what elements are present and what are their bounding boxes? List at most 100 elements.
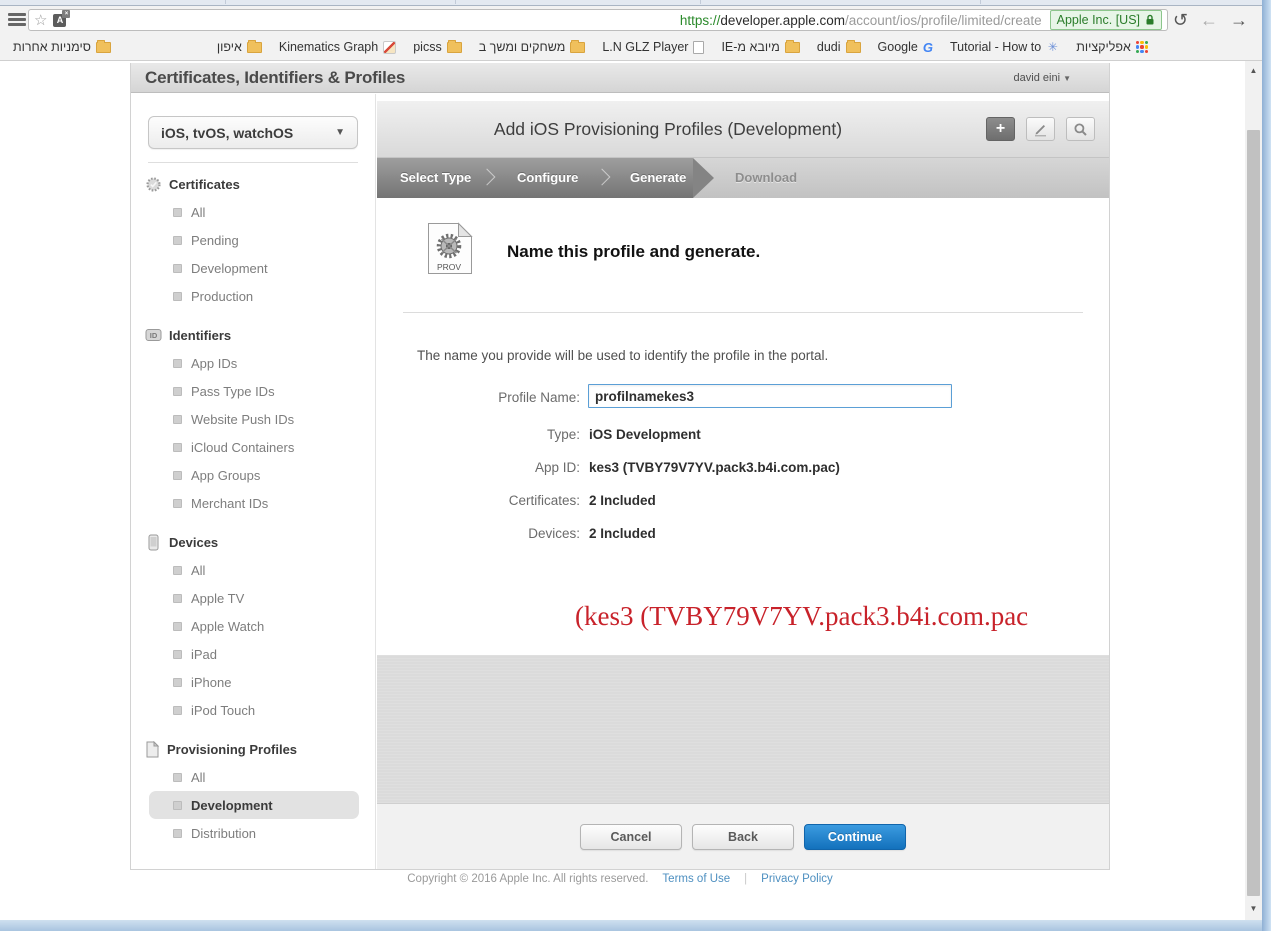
devices-value: 2 Included bbox=[589, 526, 656, 541]
prov-file-label: PROV bbox=[437, 262, 461, 272]
sidebar-section-label: Identifiers bbox=[169, 327, 232, 343]
sidebar-item-app-ids[interactable]: App IDs bbox=[149, 349, 359, 377]
sidebar-item-ipad[interactable]: iPad bbox=[149, 640, 359, 668]
terms-of-use-link[interactable]: Terms of Use bbox=[662, 873, 730, 885]
device-phone-icon bbox=[148, 534, 159, 550]
footer-separator: | bbox=[744, 873, 748, 885]
chevron-down-icon: ▼ bbox=[1063, 73, 1071, 83]
security-badge[interactable]: Apple Inc. [US] bbox=[1049, 10, 1162, 30]
bookmark-item[interactable]: Google G bbox=[878, 40, 933, 55]
bookmark-label: picss bbox=[413, 40, 442, 54]
bullet-icon bbox=[173, 593, 182, 603]
page-viewport: Certificates, Identifiers & Profiles dav… bbox=[0, 61, 1245, 920]
sidebar-item-profiles-development[interactable]: Development bbox=[149, 791, 359, 819]
scroll-up-icon[interactable]: ▲ bbox=[1245, 63, 1262, 79]
bookmark-item[interactable]: איפון bbox=[217, 39, 262, 54]
sidebar-item-pass-type-ids[interactable]: Pass Type IDs bbox=[149, 377, 359, 405]
sidebar-item-ipod-touch[interactable]: iPod Touch bbox=[149, 696, 359, 724]
sidebar-item-profiles-distribution[interactable]: Distribution bbox=[149, 819, 359, 847]
address-bar[interactable]: ☆ A https://developer.apple.com/account/… bbox=[28, 9, 1168, 31]
sidebar-item-apple-tv[interactable]: Apple TV bbox=[149, 584, 359, 612]
bookmark-item[interactable]: picss bbox=[413, 39, 462, 54]
sidebar-item-app-groups[interactable]: App Groups bbox=[149, 461, 359, 489]
bullet-icon bbox=[173, 291, 182, 301]
kinematics-favicon bbox=[383, 40, 397, 54]
user-name: david eini bbox=[1013, 71, 1061, 84]
search-button[interactable] bbox=[1066, 117, 1095, 141]
reload-icon[interactable]: ↺ bbox=[1173, 9, 1188, 31]
svg-text:ID: ID bbox=[150, 331, 158, 340]
cancel-button[interactable]: Cancel bbox=[580, 823, 682, 850]
bookmark-item[interactable]: dudi bbox=[817, 39, 861, 54]
bullet-icon bbox=[173, 470, 182, 480]
vertical-scrollbar[interactable]: ▲ ▼ bbox=[1245, 61, 1262, 920]
sidebar-item-certificates-development[interactable]: Development bbox=[149, 254, 359, 282]
sidebar-section-label: Provisioning Profiles bbox=[167, 741, 298, 757]
window-edge-bottom bbox=[0, 920, 1262, 931]
bullet-icon bbox=[173, 565, 182, 575]
bookmark-item[interactable]: מיובא מ-IE bbox=[721, 39, 800, 54]
bookmark-apps[interactable]: אפליקציות bbox=[1076, 40, 1148, 54]
sidebar-item-profiles-all[interactable]: All bbox=[149, 763, 359, 791]
sidebar-item-icloud-containers[interactable]: iCloud Containers bbox=[149, 433, 359, 461]
scrollbar-thumb[interactable] bbox=[1247, 130, 1260, 896]
bookmark-other[interactable]: סימניות אחרות bbox=[13, 39, 111, 54]
bookmark-item[interactable]: Kinematics Graph bbox=[279, 40, 397, 54]
content-description: The name you provide will be used to ide… bbox=[417, 348, 829, 363]
lock-icon bbox=[1146, 14, 1154, 25]
tab-divider bbox=[225, 0, 226, 4]
tab-divider bbox=[700, 0, 701, 4]
add-button[interactable]: + bbox=[986, 117, 1015, 141]
step-download[interactable]: Download bbox=[735, 158, 797, 198]
bullet-icon bbox=[173, 828, 182, 838]
sidebar-item-certificates-all[interactable]: All bbox=[149, 198, 359, 226]
back-icon[interactable]: ← bbox=[1200, 9, 1218, 31]
step-select-type[interactable]: Select Type bbox=[400, 158, 471, 198]
url-text: https://developer.apple.com/account/ios/… bbox=[679, 12, 1042, 28]
back-button[interactable]: Back bbox=[692, 823, 794, 850]
bullet-icon bbox=[173, 649, 182, 659]
sidebar-item-website-push-ids[interactable]: Website Push IDs bbox=[149, 405, 359, 433]
user-menu[interactable]: david eini ▼ bbox=[1014, 72, 1071, 84]
sidebar-item-iphone[interactable]: iPhone bbox=[149, 668, 359, 696]
platform-selector[interactable]: iOS, tvOS, watchOS ▼ bbox=[148, 116, 358, 149]
sidebar-item-devices-all[interactable]: All bbox=[149, 556, 359, 584]
sidebar-item-certificates-pending[interactable]: Pending bbox=[149, 226, 359, 254]
menu-icon[interactable] bbox=[8, 13, 26, 27]
sidebar-item-merchant-ids[interactable]: Merchant IDs bbox=[149, 489, 359, 517]
sidebar-item-certificates-production[interactable]: Production bbox=[149, 282, 359, 310]
sidebar-item-apple-watch[interactable]: Apple Watch bbox=[149, 612, 359, 640]
sidebar: iOS, tvOS, watchOS ▼ Certificates All Pe bbox=[131, 94, 376, 869]
sidebar-section-devices: Devices bbox=[145, 532, 375, 552]
edit-button[interactable] bbox=[1026, 117, 1055, 141]
bullet-icon bbox=[173, 498, 182, 508]
bullet-icon bbox=[173, 705, 182, 715]
bookmark-star-icon[interactable]: ☆ bbox=[34, 13, 47, 28]
bookmark-item[interactable]: Tutorial - How to ✳ bbox=[950, 40, 1059, 54]
portal-header-bar: Certificates, Identifiers & Profiles dav… bbox=[131, 63, 1109, 93]
scroll-down-icon[interactable]: ▼ bbox=[1245, 901, 1262, 917]
bookmarks-bar: סימניות אחרות איפון Kinematics Graph pic… bbox=[0, 34, 1262, 61]
translate-icon[interactable]: A bbox=[53, 9, 71, 27]
step-generate[interactable]: Generate bbox=[630, 158, 686, 198]
bookmark-label: משחקים ומשך ב bbox=[478, 40, 566, 54]
bookmark-item[interactable]: L.N GLZ Player bbox=[602, 40, 705, 54]
wizard-button-bar: Cancel Back Continue bbox=[377, 803, 1109, 869]
sidebar-item-label: All bbox=[191, 204, 206, 220]
forward-icon[interactable]: → bbox=[1230, 9, 1248, 31]
privacy-policy-link[interactable]: Privacy Policy bbox=[761, 873, 833, 885]
empty-gray-area bbox=[377, 655, 1109, 803]
folder-icon bbox=[784, 39, 800, 53]
add-icon: + bbox=[995, 120, 1006, 137]
step-configure[interactable]: Configure bbox=[517, 158, 578, 198]
red-annotation-text: (kes3 (TVBY79V7YV.pack3.b4i.com.pac bbox=[575, 601, 1029, 631]
sidebar-item-label: Pending bbox=[191, 232, 239, 248]
page-icon bbox=[693, 40, 705, 54]
continue-button[interactable]: Continue bbox=[804, 823, 906, 850]
profile-name-input[interactable] bbox=[588, 384, 952, 408]
tab-divider bbox=[455, 0, 456, 4]
sidebar-section-label: Certificates bbox=[169, 176, 240, 192]
sidebar-item-label: Apple TV bbox=[191, 590, 245, 606]
bookmark-item[interactable]: משחקים ומשך ב bbox=[478, 39, 586, 54]
browser-window: ☆ A https://developer.apple.com/account/… bbox=[0, 0, 1271, 931]
